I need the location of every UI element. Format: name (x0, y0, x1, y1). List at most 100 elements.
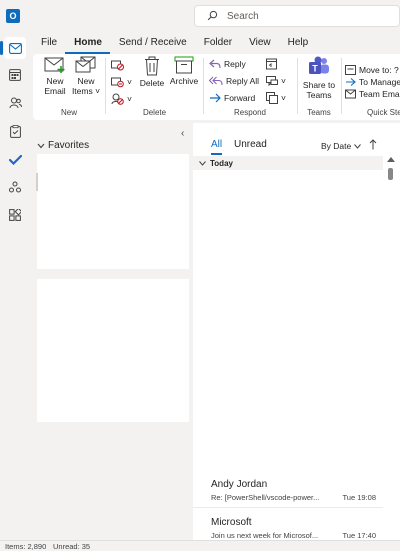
im-reply-button[interactable]: ˅ (266, 73, 286, 89)
quick-steps-group-label: Quick Steps (367, 108, 400, 117)
message-sender: Andy Jordan (211, 479, 268, 490)
collapse-pane-button[interactable]: ‹ (181, 128, 184, 139)
message-list: All Unread By Date Today Andy Jordan Re:… (193, 123, 400, 540)
tab-home[interactable]: Home (65, 34, 110, 54)
outlook-logo-icon: O (6, 9, 20, 23)
calendar-reply-icon (266, 58, 277, 70)
new-items-icon (75, 56, 96, 73)
respond-group-label: Respond (233, 108, 267, 117)
status-bar: Items: 2,890 Unread: 35 (0, 540, 400, 551)
message-time: Tue 17:40 (342, 531, 377, 540)
status-items-count: Items: 2,890 (5, 542, 47, 551)
new-group-label: New (60, 108, 77, 117)
scroll-thumb[interactable] (388, 168, 393, 180)
forward-label: Forward (224, 93, 256, 103)
search-input[interactable]: Search (227, 11, 259, 22)
sort-dropdown[interactable]: By Date (321, 141, 362, 151)
delete-label: Delete (139, 78, 165, 88)
new-items-label: New Items (71, 76, 95, 96)
team-email-icon (345, 89, 356, 99)
message-sender: Microsoft (211, 517, 252, 528)
tab-file[interactable]: File (32, 34, 65, 54)
scroll-up-arrow[interactable] (387, 157, 395, 162)
respond-group: Reply Reply All Forward ˅ ˅ Respond (204, 54, 296, 120)
forward-button[interactable]: Forward (209, 90, 255, 106)
message-subject: Join us next week for Microsof... (211, 531, 319, 540)
chevron-down-icon (354, 143, 362, 149)
ribbon: New Email New Items ˅ New ˅ ˅ Delete Arc… (33, 54, 400, 120)
message-time: Tue 19:08 (342, 493, 377, 502)
filter-unread-tab[interactable]: Unread (234, 139, 267, 150)
calendar-icon[interactable] (4, 64, 26, 86)
delete-button[interactable]: Delete (137, 56, 167, 88)
team-email-button[interactable]: Team Email (345, 86, 400, 102)
reply-all-icon (209, 76, 223, 86)
reply-button[interactable]: Reply (209, 56, 246, 72)
junk-icon (111, 93, 124, 105)
tab-folder[interactable]: Folder (195, 34, 240, 54)
sort-direction-button[interactable] (369, 139, 377, 153)
ignore-icon (111, 60, 124, 71)
folder-scrollbar[interactable] (36, 173, 38, 191)
junk-button[interactable]: ˅ (111, 91, 132, 107)
ignore-button[interactable] (111, 57, 124, 73)
new-items-button[interactable]: New Items ˅ (68, 56, 104, 96)
share-to-teams-label: Share to Teams (302, 80, 336, 100)
new-email-label: New Email (44, 76, 66, 96)
svg-text:T: T (312, 64, 318, 74)
teams-group: T Share to Teams Teams (298, 54, 340, 120)
group-header-label: Today (210, 158, 233, 168)
delete-group: ˅ ˅ Delete Archive Delete (107, 54, 202, 120)
people-icon[interactable] (4, 92, 26, 114)
chevron-down-icon (199, 160, 206, 166)
team-email-label: Team Email (359, 89, 400, 99)
message-subject: Re: [PowerShell/vscode-power... (211, 493, 320, 502)
folder-pane: ‹ Favorites (33, 123, 190, 540)
share-to-teams-button[interactable]: T Share to Teams (300, 56, 338, 100)
favorites-folder-list (37, 154, 189, 269)
todo-icon[interactable] (4, 148, 26, 170)
meeting-reply-button[interactable] (266, 56, 278, 72)
mail-icon[interactable] (0, 37, 26, 59)
teams-group-label: Teams (307, 108, 331, 117)
forward-icon (210, 93, 221, 103)
delete-group-label: Delete (142, 108, 167, 117)
filter-all-tab[interactable]: All (211, 139, 223, 155)
more-respond-button[interactable]: ˅ (266, 90, 286, 106)
reply-all-label: Reply All (226, 76, 260, 86)
archive-button[interactable]: Archive (168, 56, 200, 86)
delete-icon (145, 56, 159, 76)
cleanup-icon (111, 77, 124, 88)
cleanup-button[interactable]: ˅ (111, 74, 132, 90)
favorites-label: Favorites (48, 140, 90, 151)
status-unread-count: Unread: 35 (53, 542, 91, 551)
app-rail (0, 32, 30, 540)
reply-icon (209, 59, 221, 69)
teams-icon: T (309, 56, 329, 74)
new-email-button[interactable]: New Email (38, 56, 72, 96)
tab-view[interactable]: View (240, 34, 279, 54)
archive-icon (174, 56, 194, 74)
new-email-icon (44, 57, 65, 73)
tasks-icon[interactable] (4, 120, 26, 142)
search-icon (207, 10, 218, 21)
title-bar: O Search (0, 0, 400, 32)
tab-help[interactable]: Help (279, 34, 317, 54)
chat-icon (266, 75, 278, 86)
ribbon-separator (105, 58, 106, 114)
archive-label: Archive (169, 76, 199, 86)
apps-icon[interactable] (4, 204, 26, 226)
ribbon-tabs: File Home Send / Receive Folder View Hel… (32, 34, 316, 54)
list-item[interactable]: Andy Jordan Re: [PowerShell/vscode-power… (193, 479, 383, 515)
quick-steps-group: Move to: ? To Manager Team Email Quick S… (343, 54, 400, 120)
tab-send-receive[interactable]: Send / Receive (110, 34, 195, 54)
arrow-up-icon (369, 139, 377, 150)
new-group: New Email New Items ˅ New (33, 54, 105, 120)
chevron-down-icon (37, 143, 45, 148)
favorites-header[interactable]: Favorites (37, 140, 89, 151)
reply-all-button[interactable]: Reply All (209, 73, 259, 89)
message-list-scrollbar[interactable] (384, 156, 398, 540)
group-header-today[interactable]: Today (193, 156, 383, 170)
groups-icon[interactable] (4, 176, 26, 198)
search-box[interactable]: Search (194, 5, 400, 27)
